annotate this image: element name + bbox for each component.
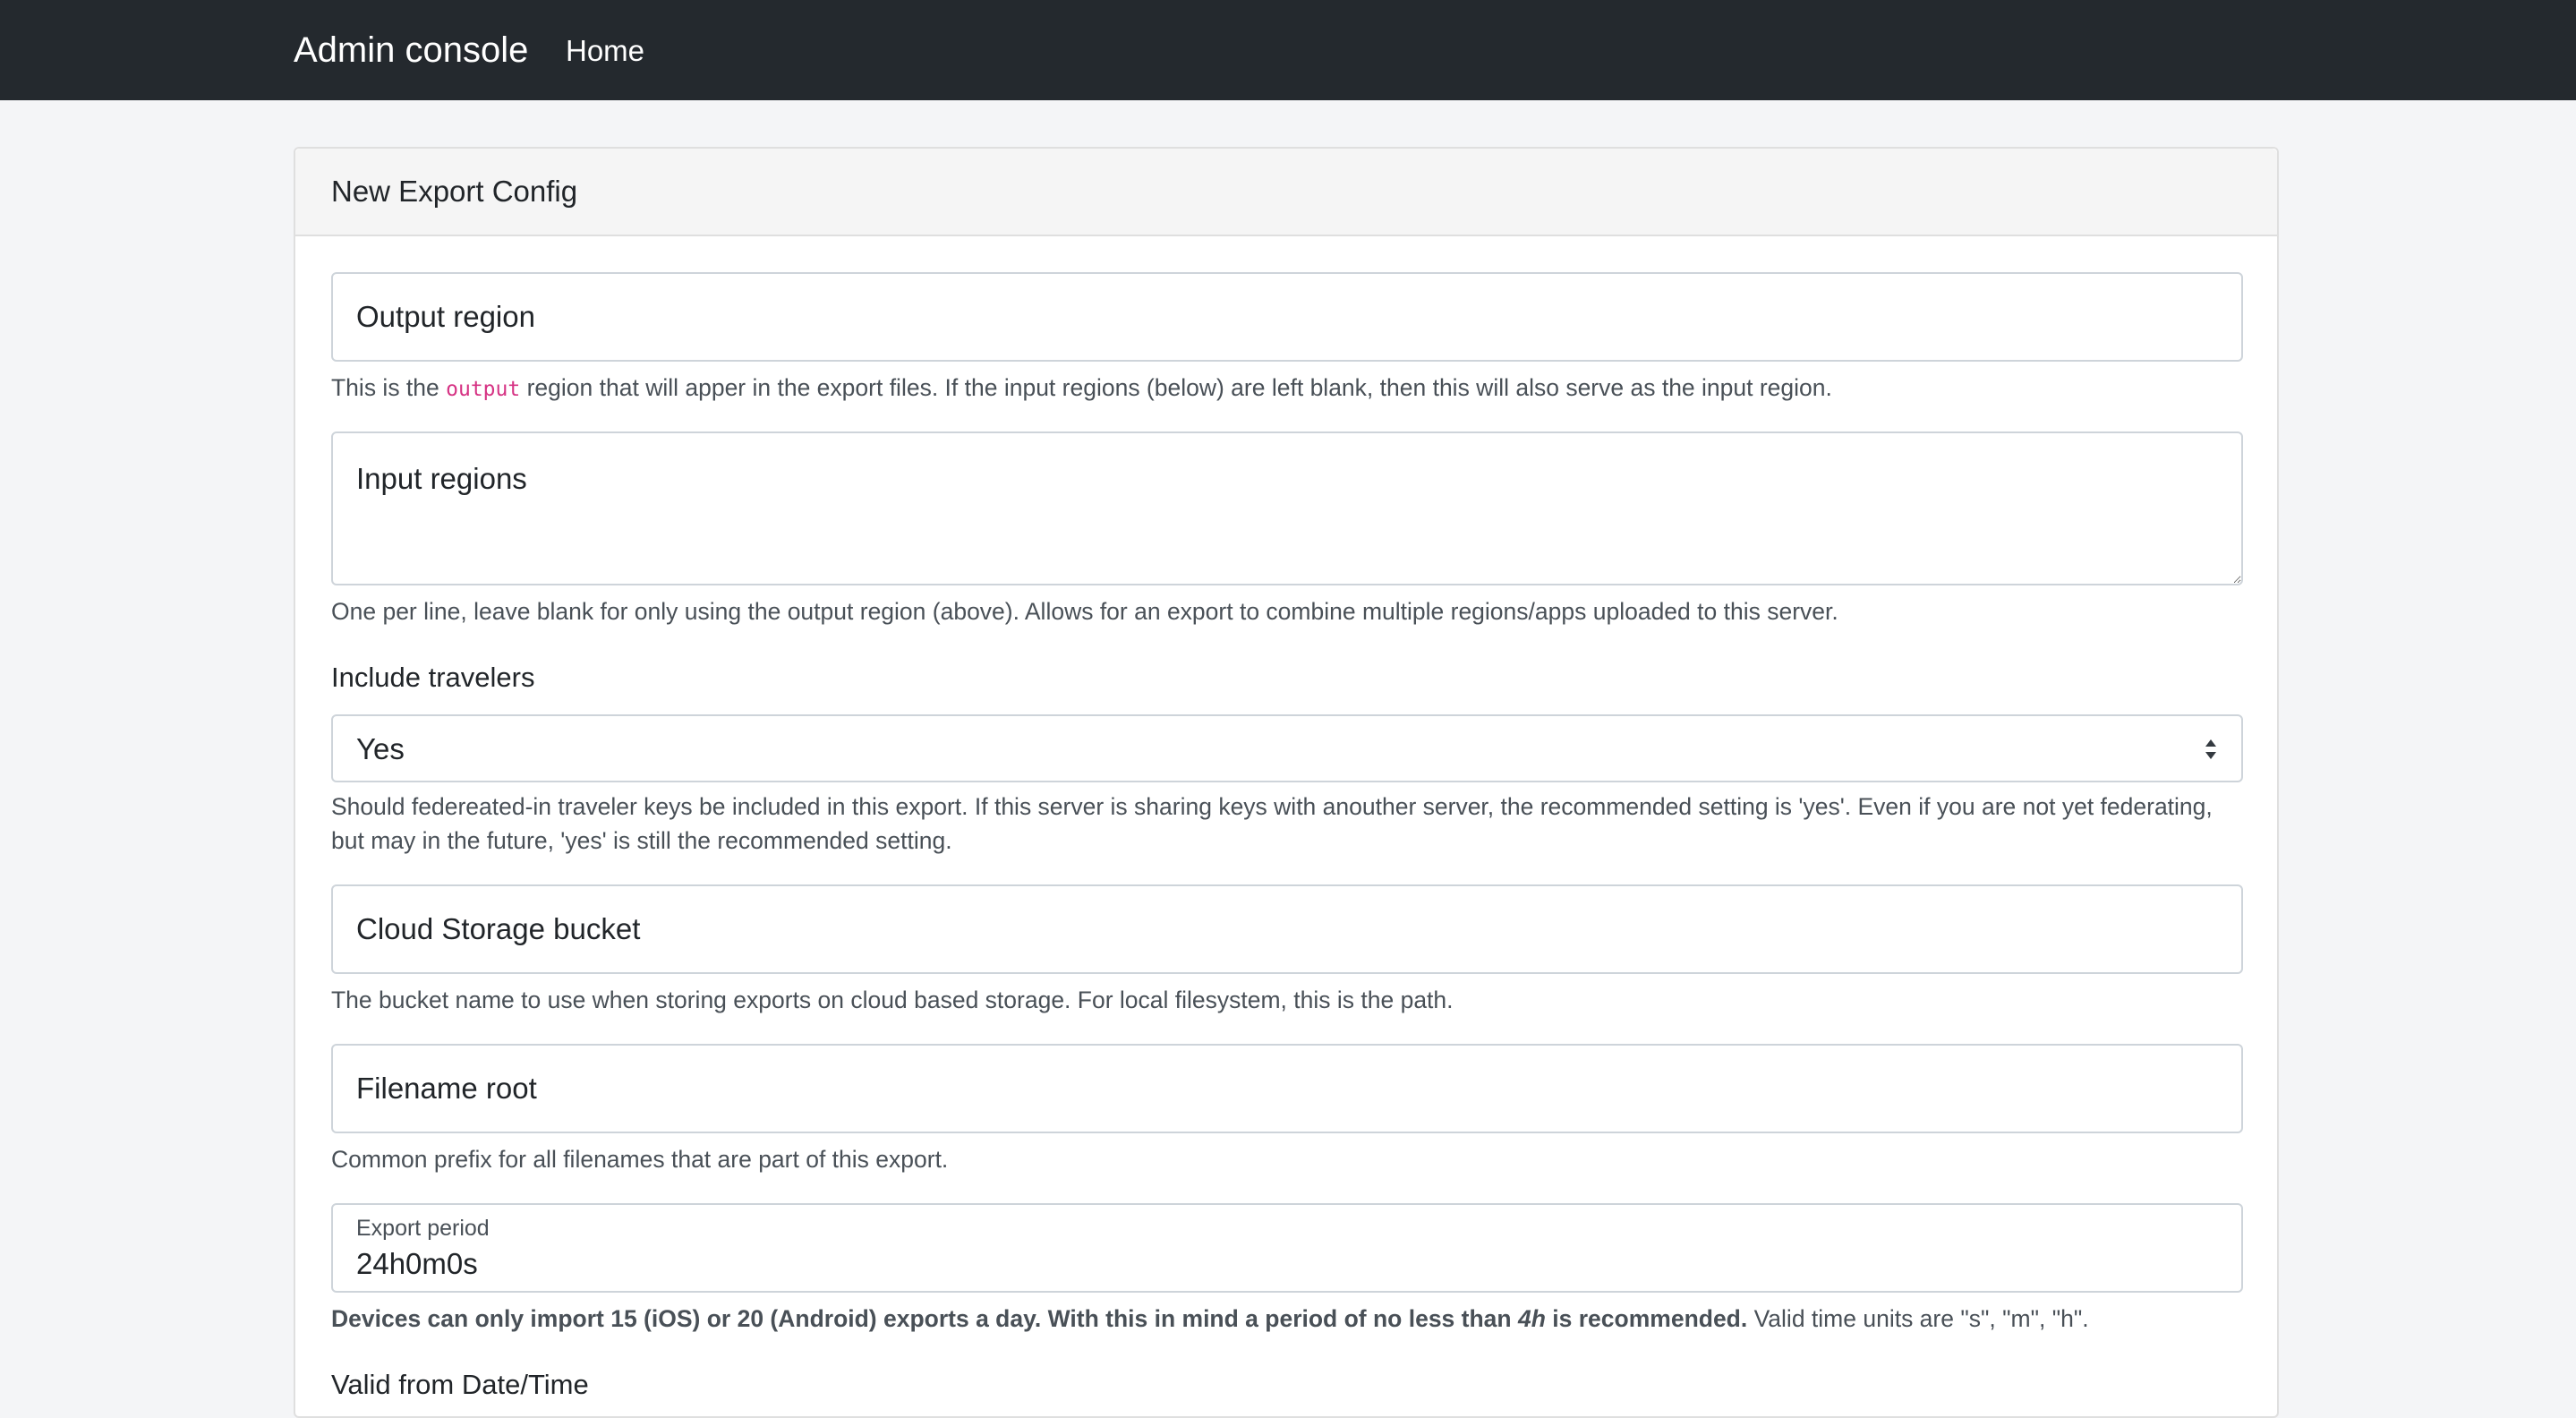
export-period-value[interactable]: 24h0m0s — [356, 1246, 478, 1282]
export-period-help-italic: 4h — [1517, 1305, 1546, 1332]
export-period-help-rest: Valid time units are "s", "m", "h". — [1747, 1305, 2089, 1332]
input-regions-help: One per line, leave blank for only using… — [331, 598, 1838, 625]
include-travelers-selected: Yes — [356, 732, 405, 765]
select-updown-icon — [2205, 739, 2216, 759]
export-period-help-bold-1: Devices can only import 15 (iOS) or 20 (… — [331, 1305, 1518, 1332]
nav-home-link[interactable]: Home — [566, 30, 644, 72]
output-region-help-text-2: region that will apper in the export fil… — [520, 374, 1832, 401]
output-region-help-text-1: This is the — [331, 374, 447, 401]
include-travelers-select[interactable]: Yes — [331, 714, 2243, 782]
input-regions-textarea[interactable] — [331, 431, 2243, 585]
export-period-label: Export period — [356, 1216, 490, 1241]
cloud-storage-bucket-help: The bucket name to use when storing expo… — [331, 987, 1454, 1013]
cloud-storage-bucket-input[interactable] — [331, 884, 2243, 974]
output-region-help: This is the output region that will appe… — [331, 371, 2243, 406]
export-period-help-bold-2: is recommended. — [1545, 1305, 1748, 1332]
output-region-input[interactable] — [331, 272, 2243, 362]
brand-link[interactable]: Admin console — [294, 27, 528, 73]
valid-from-label: Valid from Date/Time — [331, 1369, 589, 1400]
include-travelers-help: Should federeated-in traveler keys be in… — [331, 793, 2213, 854]
export-period-field[interactable]: Export period 24h0m0s — [331, 1203, 2243, 1293]
card-title: New Export Config — [295, 149, 2277, 236]
export-config-card: New Export Config This is the output reg… — [294, 147, 2279, 1418]
filename-root-help: Common prefix for all filenames that are… — [331, 1146, 949, 1173]
top-navbar: Admin console Home — [0, 0, 2576, 100]
include-travelers-label: Include travelers — [331, 662, 535, 693]
export-period-help: Devices can only import 15 (iOS) or 20 (… — [331, 1302, 2243, 1336]
filename-root-input[interactable] — [331, 1044, 2243, 1133]
output-code: output — [446, 378, 521, 401]
